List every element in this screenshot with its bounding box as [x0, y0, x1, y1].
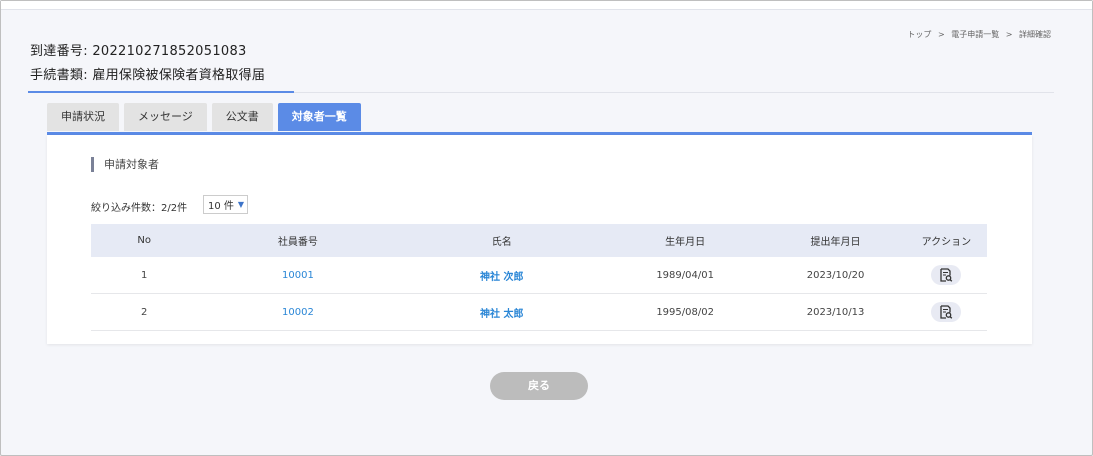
column-header-action: アクション: [905, 224, 987, 257]
employee-name-link[interactable]: 神社 次郎: [398, 257, 606, 294]
arrival-number-label: 到達番号:: [30, 44, 88, 59]
breadcrumb-separator: >: [1005, 30, 1013, 39]
target-persons-panel: 申請対象者 絞り込み件数：2/2件 10 件 ▼ No 社員番号 氏名 生年月日…: [47, 135, 1032, 344]
target-persons-table: No 社員番号 氏名 生年月日 提出年月日 アクション 1 10001 神社 次…: [91, 224, 987, 331]
procedure-row: 手続書類: 雇用保険被保険者資格取得届: [30, 64, 265, 83]
header-accent-line: [28, 91, 294, 93]
tab-official-documents[interactable]: 公文書: [211, 103, 273, 131]
procedure-name: 雇用保険被保険者資格取得届: [92, 68, 266, 83]
caret-down-icon: ▼: [237, 200, 245, 209]
tab-bar: 申請状況 メッセージ 公文書 対象者一覧: [47, 103, 361, 131]
row-no: 2: [91, 293, 198, 331]
column-header-no: No: [91, 224, 198, 257]
breadcrumb: トップ > 電子申請一覧 > 詳細確認: [905, 29, 1053, 40]
employee-id-link[interactable]: 10002: [197, 293, 399, 331]
birth-date: 1989/04/01: [605, 257, 766, 294]
section-title: 申請対象者: [91, 157, 159, 172]
procedure-label: 手続書類:: [30, 68, 88, 83]
tab-target-persons[interactable]: 対象者一覧: [277, 103, 361, 131]
breadcrumb-separator: >: [937, 30, 945, 39]
breadcrumb-detail: 詳細確認: [1019, 30, 1051, 39]
employee-id-link[interactable]: 10001: [197, 257, 399, 294]
column-header-birth-date: 生年月日: [605, 224, 766, 257]
breadcrumb-application-list[interactable]: 電子申請一覧: [951, 30, 999, 39]
arrival-number-value: 202210271852051083: [92, 44, 247, 59]
tab-messages[interactable]: メッセージ: [124, 103, 207, 131]
action-cell: [905, 293, 987, 331]
tab-application-status[interactable]: 申請状況: [47, 103, 119, 131]
row-no: 1: [91, 257, 198, 294]
column-header-name: 氏名: [398, 224, 606, 257]
view-detail-button[interactable]: [931, 265, 962, 285]
employee-name-link[interactable]: 神社 太郎: [398, 293, 606, 331]
page-size-value: 10 件: [208, 201, 234, 212]
table-row: 2 10002 神社 太郎 1995/08/02 2023/10/13: [91, 293, 987, 331]
table-header-row: No 社員番号 氏名 生年月日 提出年月日 アクション: [91, 224, 987, 257]
view-detail-button[interactable]: [931, 302, 962, 322]
top-bar-divider: [1, 9, 1092, 10]
table-row: 1 10001 神社 次郎 1989/04/01 2023/10/20: [91, 257, 987, 294]
breadcrumb-top[interactable]: トップ: [907, 30, 931, 39]
submit-date: 2023/10/20: [765, 257, 906, 294]
document-search-icon: [940, 268, 953, 282]
back-button[interactable]: 戻る: [490, 372, 588, 400]
column-header-employee-id: 社員番号: [197, 224, 399, 257]
arrival-number-row: 到達番号: 202210271852051083: [30, 40, 247, 59]
submit-date: 2023/10/13: [765, 293, 906, 331]
column-header-submit-date: 提出年月日: [765, 224, 906, 257]
birth-date: 1995/08/02: [605, 293, 766, 331]
document-search-icon: [940, 305, 953, 319]
top-bar: [1, 1, 1092, 9]
action-cell: [905, 257, 987, 294]
filter-count-label: 絞り込み件数：2/2件: [91, 203, 188, 214]
page-size-select[interactable]: 10 件 ▼: [203, 195, 249, 214]
